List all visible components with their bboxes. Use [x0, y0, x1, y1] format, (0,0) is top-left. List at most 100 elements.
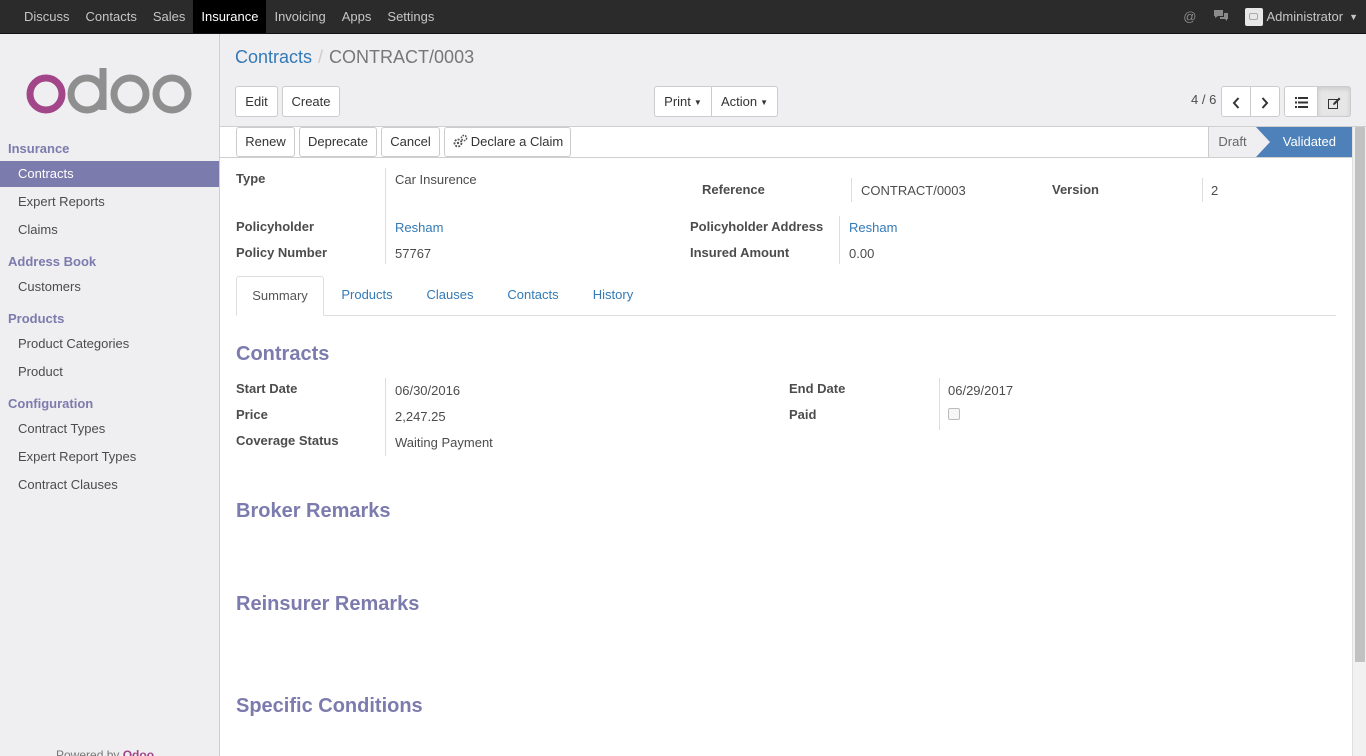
powered-by-brand[interactable]: Odoo — [123, 748, 154, 756]
menu-contacts[interactable]: Contacts — [78, 0, 145, 33]
reinsurer-remarks-title: Reinsurer Remarks — [236, 593, 420, 615]
type-value[interactable]: Car Insurence — [395, 172, 477, 187]
caret-down-icon: ▼ — [760, 98, 769, 107]
sidebar-item-contract-clauses[interactable]: Contract Clauses — [0, 472, 219, 498]
top-navbar: Discuss Contacts Sales Insurance Invoici… — [0, 0, 1366, 34]
statusbar: Renew Deprecate Cancel Declare a Claim D… — [220, 127, 1352, 158]
section-address-book: Address Book — [8, 254, 97, 269]
policyholder-address-label: Policyholder Address — [690, 219, 824, 234]
deprecate-button[interactable]: Deprecate — [299, 127, 377, 157]
policy-number-value[interactable]: 57767 — [395, 246, 431, 261]
sidebar-item-expert-report-types[interactable]: Expert Report Types — [0, 444, 219, 470]
policyholder-value[interactable]: Resham — [395, 220, 443, 235]
menu-discuss[interactable]: Discuss — [16, 0, 78, 33]
section-insurance: Insurance — [8, 141, 70, 156]
powered-by-text: Powered by — [56, 748, 120, 756]
action-dropdown[interactable]: Action ▼ — [711, 86, 778, 117]
sidebar: Insurance Contracts Expert Reports Claim… — [0, 34, 220, 756]
divider — [839, 216, 840, 264]
edit-button[interactable]: Edit — [235, 86, 278, 117]
sidebar-item-contract-types[interactable]: Contract Types — [0, 416, 219, 442]
end-date-label: End Date — [789, 381, 846, 396]
divider — [851, 178, 852, 202]
tab-contacts[interactable]: Contacts — [494, 276, 572, 316]
print-label: Print — [664, 94, 691, 109]
paid-label: Paid — [789, 407, 817, 422]
menu-settings[interactable]: Settings — [379, 0, 442, 33]
broker-remarks-title: Broker Remarks — [236, 500, 391, 522]
coverage-status-value[interactable]: Waiting Payment — [395, 435, 493, 450]
create-button[interactable]: Create — [282, 86, 340, 117]
scrollbar-thumb[interactable] — [1355, 127, 1365, 662]
sidebar-item-customers[interactable]: Customers — [0, 274, 219, 300]
policyholder-address-value[interactable]: Resham — [849, 220, 897, 235]
policyholder-label: Policyholder — [236, 219, 315, 234]
systray: @ Administrator ▼ — [1183, 0, 1366, 33]
breadcrumb-contracts[interactable]: Contracts — [235, 47, 312, 67]
odoo-logo — [26, 68, 192, 114]
form-sheet: Type Car Insurence Reference CONTRACT/00… — [220, 158, 1352, 756]
section-products: Products — [8, 311, 65, 326]
breadcrumb-separator: / — [318, 47, 324, 67]
edit-icon — [1327, 97, 1340, 109]
divider — [939, 378, 940, 430]
at-icon[interactable]: @ — [1183, 9, 1196, 24]
sidebar-item-product[interactable]: Product — [0, 359, 219, 385]
price-value[interactable]: 2,247.25 — [395, 409, 446, 424]
breadcrumb-current: CONTRACT/0003 — [329, 47, 475, 67]
notebook-tabs: Summary Products Clauses Contacts Histor… — [236, 276, 1336, 316]
control-panel: Contracts / CONTRACT/0003 Edit Create Prin… — [220, 34, 1366, 127]
coverage-status-label: Coverage Status — [236, 433, 339, 448]
chevron-left-icon — [1232, 96, 1240, 109]
divider — [1202, 178, 1203, 202]
insured-amount-value[interactable]: 0.00 — [849, 246, 874, 261]
sidebar-item-contracts[interactable]: Contracts — [0, 161, 219, 187]
menu-apps[interactable]: Apps — [334, 0, 380, 33]
stage-draft[interactable]: Draft — [1208, 127, 1256, 157]
scrollbar[interactable] — [1352, 127, 1366, 756]
list-view-button[interactable] — [1284, 86, 1318, 117]
print-dropdown[interactable]: Print ▼ — [654, 86, 712, 117]
sidebar-item-product-categories[interactable]: Product Categories — [0, 331, 219, 357]
caret-down-icon: ▼ — [693, 98, 702, 107]
pager-next-button[interactable] — [1250, 86, 1280, 117]
sidebar-item-claims[interactable]: Claims — [0, 217, 219, 243]
user-menu[interactable]: Administrator ▼ — [1244, 7, 1358, 26]
stage-validated[interactable]: Validated — [1256, 127, 1352, 157]
start-date-value[interactable]: 06/30/2016 — [395, 383, 460, 398]
pager-value[interactable]: 4 / 6 — [1191, 92, 1216, 107]
tab-clauses[interactable]: Clauses — [412, 276, 488, 316]
renew-button[interactable]: Renew — [236, 127, 295, 157]
tab-history[interactable]: History — [578, 276, 648, 316]
type-label: Type — [236, 171, 266, 186]
action-label: Action — [720, 94, 758, 109]
specific-conditions-title: Specific Conditions — [236, 695, 423, 717]
caret-down-icon: ▼ — [1349, 11, 1358, 22]
chat-icon[interactable] — [1213, 9, 1229, 25]
tab-products[interactable]: Products — [328, 276, 406, 316]
powered-by: Powered by Odoo — [56, 748, 154, 756]
end-date-value[interactable]: 06/29/2017 — [948, 383, 1013, 398]
declare-claim-button[interactable]: Declare a Claim — [444, 127, 571, 157]
price-label: Price — [236, 407, 268, 422]
cogs-icon — [453, 134, 468, 148]
menu-insurance[interactable]: Insurance — [193, 0, 267, 33]
pager-previous-button[interactable] — [1221, 86, 1251, 117]
section-configuration: Configuration — [8, 396, 94, 411]
paid-checkbox[interactable] — [948, 408, 960, 420]
sidebar-item-expert-reports[interactable]: Expert Reports — [0, 189, 219, 215]
avatar — [1244, 7, 1263, 26]
insured-amount-label: Insured Amount — [690, 245, 790, 260]
main-menu: Discuss Contacts Sales Insurance Invoici… — [16, 0, 442, 33]
reference-value[interactable]: CONTRACT/0003 — [861, 183, 966, 198]
version-value[interactable]: 2 — [1211, 183, 1218, 198]
divider — [385, 168, 386, 264]
menu-sales[interactable]: Sales — [145, 0, 194, 33]
divider — [385, 378, 386, 456]
menu-invoicing[interactable]: Invoicing — [266, 0, 333, 33]
cancel-button[interactable]: Cancel — [381, 127, 440, 157]
chevron-right-icon — [1261, 96, 1269, 109]
tab-summary[interactable]: Summary — [236, 276, 324, 316]
form-view-button[interactable] — [1317, 86, 1351, 117]
breadcrumb: Contracts / CONTRACT/0003 — [235, 47, 474, 68]
